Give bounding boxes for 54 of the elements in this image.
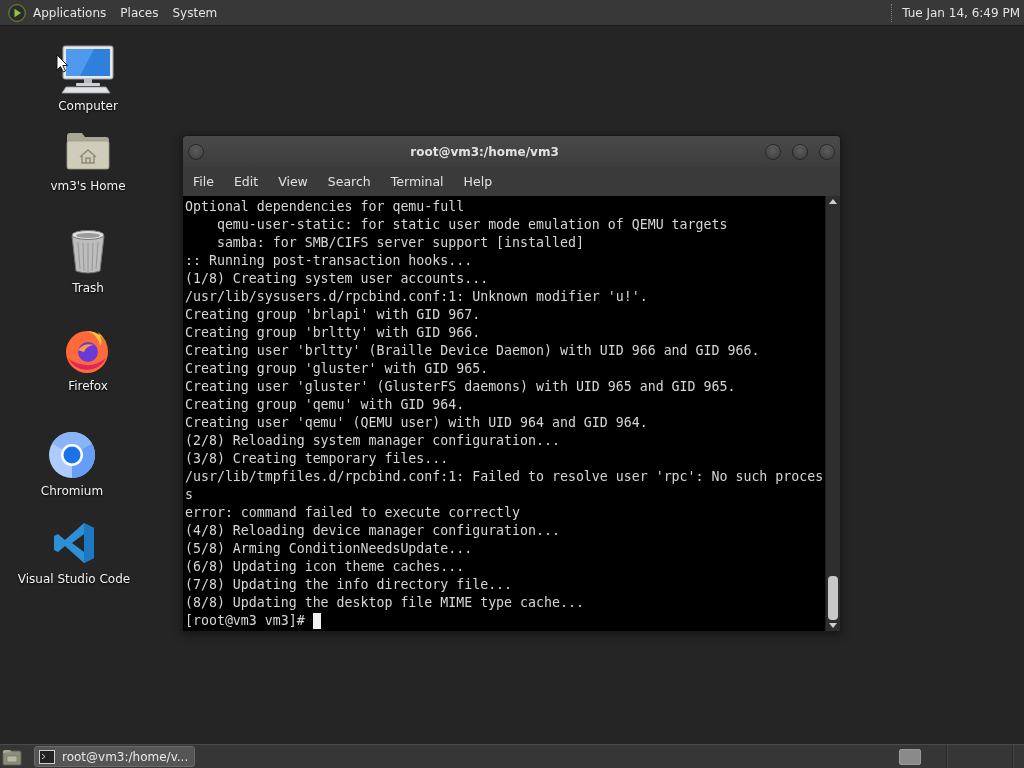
scrollbar-thumb[interactable] <box>828 576 838 620</box>
terminal-line: Creating group 'brltty' with GID 966. <box>185 324 481 342</box>
panel-clock[interactable]: Tue Jan 14, 6:49 PM <box>902 5 1020 20</box>
desktop-icon-label[interactable]: Firefox <box>67 378 109 394</box>
menu-item[interactable]: Search <box>317 169 381 194</box>
menu-item[interactable]: File <box>183 169 224 194</box>
menu-item[interactable]: Edit <box>223 169 269 194</box>
terminal-line: Creating group 'brlapi' with GID 967. <box>185 306 481 324</box>
window-title: root@vm3:/home/vm3 <box>409 144 560 159</box>
ring-logo-icon[interactable] <box>48 431 96 479</box>
terminal-line: (7/8) Updating the info directory file... <box>185 576 513 594</box>
cursor-block-icon <box>312 613 321 629</box>
terminal-line: (5/8) Arming ConditionNeedsUpdate... <box>185 540 473 558</box>
terminal-line: /usr/lib/tmpfiles.d/rpcbind.conf:1: Failed to resolve user 'rpc': No such proces <box>185 468 824 486</box>
terminal-line: (4/8) Reloading device manager configuration... <box>185 522 560 540</box>
mouse-pointer-icon <box>56 54 68 73</box>
desktop-icon-label[interactable]: Trash <box>71 280 105 296</box>
ribbon-logo-icon[interactable] <box>52 521 96 565</box>
terminal-line: error: command failed to execute correctly <box>185 504 521 522</box>
panel-menu[interactable]: System <box>165 1 225 24</box>
desktop-icon[interactable] <box>2 747 22 766</box>
home-folder-icon[interactable] <box>65 130 111 170</box>
panel-menu[interactable]: Applications <box>26 1 114 24</box>
menu-item[interactable]: View <box>268 169 318 194</box>
terminal-line: (2/8) Reloading system manager configuration... <box>185 432 560 450</box>
terminal-icon <box>39 749 55 764</box>
desktop-icon-label[interactable]: Chromium <box>39 483 105 499</box>
monitor-icon[interactable] <box>60 45 116 95</box>
terminal-line: /usr/lib/sysusers.d/rpcbind.conf:1: Unknown modifier 'u!'. <box>185 288 648 306</box>
taskbar-button[interactable]: root@vm3:/home/v... <box>34 746 196 767</box>
menu-item[interactable]: Help <box>453 169 503 194</box>
terminal-line: s <box>185 486 193 504</box>
menu-item[interactable]: Terminal <box>380 169 454 194</box>
terminal-line: Creating group 'gluster' with GID 965. <box>185 360 489 378</box>
terminal-line: Creating group 'qemu' with GID 964. <box>185 396 465 414</box>
trash-can-icon[interactable] <box>68 229 108 275</box>
terminal-line: (1/8) Creating system user accounts... <box>185 270 489 288</box>
terminal-line: :: Running post-transaction hooks... <box>185 252 473 270</box>
terminal-line: (8/8) Updating the desktop file MIME type cache... <box>185 594 584 612</box>
panel-menu[interactable]: Places <box>113 1 166 24</box>
desktop-icon-label[interactable]: Computer <box>57 98 119 114</box>
terminal-line: qemu-user-static: for static user mode emulation of QEMU targets <box>215 216 728 234</box>
terminal-line: samba: for SMB/CIFS server support [installed] <box>215 234 584 252</box>
terminal-line: Creating user 'gluster' (GlusterFS daemons) with UID 965 and GID 965. <box>185 378 736 396</box>
terminal-line: (3/8) Creating temporary files... <box>185 450 449 468</box>
terminal-line: (6/8) Updating icon theme caches... <box>185 558 465 576</box>
terminal-line: Optional dependencies for qemu-full <box>185 198 465 216</box>
terminal-line: Creating user 'qemu' (QEMU user) with UID 964 and GID 964. <box>185 414 648 432</box>
desktop-icon-label[interactable]: Visual Studio Code <box>16 571 132 587</box>
play-circle-icon[interactable] <box>8 3 26 22</box>
workspace-switcher[interactable] <box>899 748 921 765</box>
terminal-line: Creating user 'brltty' (Braille Device Daemon) with UID 966 and GID 966. <box>185 342 760 360</box>
desktop-icon-label[interactable]: vm3's Home <box>49 178 127 194</box>
terminal-prompt: [root@vm3 vm3]# <box>185 612 305 630</box>
